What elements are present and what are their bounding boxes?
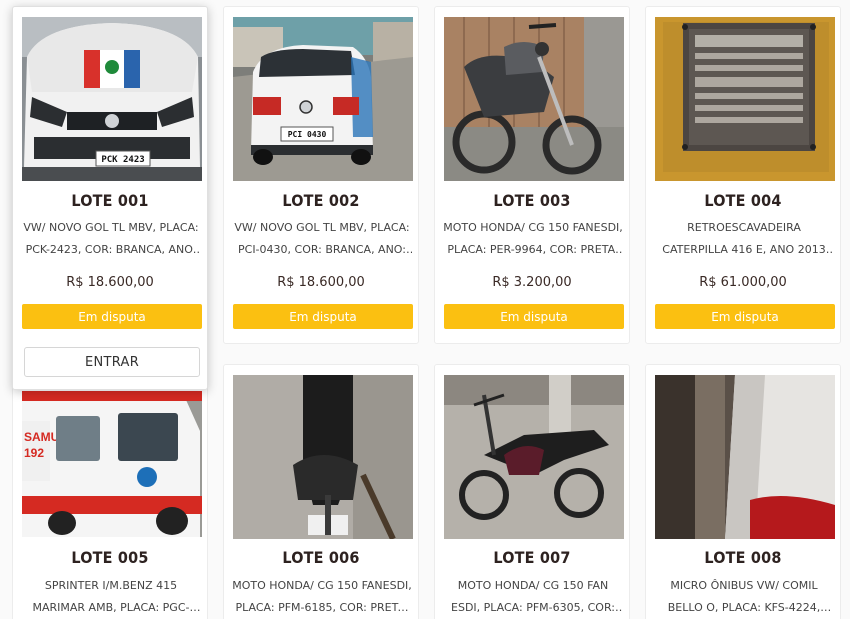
lot-card-003[interactable]: LOTE 003 MOTO HONDA/ CG 150 FANESDI, PLA… [434, 6, 630, 344]
lot-001-price: R$ 18.600,00 [66, 275, 154, 290]
lot-005-samu-text: SAMU [24, 430, 59, 444]
lot-003-price: R$ 3.200,00 [492, 275, 572, 290]
lot-001-photo[interactable]: PCK 2423 [22, 17, 202, 181]
lot-003-description: MOTO HONDA/ CG 150 FANESDI, PLACA: PER-9… [443, 221, 623, 256]
lot-002-price: R$ 18.600,00 [277, 275, 365, 290]
lot-007-photo[interactable] [444, 375, 624, 539]
lot-002-photo[interactable]: PCI 0430 [233, 17, 413, 181]
lot-003-status-badge[interactable]: Em disputa [444, 304, 624, 329]
lot-006-photo[interactable] [233, 375, 413, 539]
lot-004-description: RETROESCAVADEIRA CATERPILLA 416 E, ANO 2… [662, 221, 826, 256]
lot-007-description: MOTO HONDA/ CG 150 FAN ESDI, PLACA: PFM-… [451, 579, 615, 614]
lot-005-title: LOTE 005 [71, 548, 149, 567]
lot-001-title: LOTE 001 [71, 191, 149, 210]
lot-008-title: LOTE 008 [704, 548, 782, 567]
lot-002-plate-text: PCI 0430 [288, 130, 327, 139]
lot-005-description: SPRINTER I/M.BENZ 415 MARIMAR AMB, PLACA… [32, 579, 190, 614]
lot-004-photo[interactable] [655, 17, 835, 181]
lot-008-photo[interactable] [655, 375, 835, 539]
lot-005-photo[interactable]: SAMU 192 [22, 391, 202, 537]
lot-008-description: MICRO ÔNIBUS VW/ COMIL BELLO O, PLACA: K… [667, 579, 821, 614]
lot-002-description: VW/ NOVO GOL TL MBV, PLACA: PCI-0430, CO… [234, 221, 410, 256]
lot-002-title: LOTE 002 [282, 191, 360, 210]
lot-card-004[interactable]: LOTE 004 RETROESCAVADEIRA CATERPILLA 416… [645, 6, 841, 344]
lot-card-008[interactable]: LOTE 008 MICRO ÔNIBUS VW/ COMIL BELLO O,… [645, 364, 841, 619]
lot-001-enter-button[interactable]: ENTRAR [24, 347, 200, 377]
lot-001-plate-text: PCK 2423 [101, 155, 144, 165]
lot-003-title: LOTE 003 [493, 191, 571, 210]
lot-001-status-badge[interactable]: Em disputa [22, 304, 202, 329]
lot-card-007[interactable]: LOTE 007 MOTO HONDA/ CG 150 FAN ESDI, PL… [434, 364, 630, 619]
lot-card-006[interactable]: LOTE 006 MOTO HONDA/ CG 150 FANESDI, PLA… [223, 364, 419, 619]
lot-004-price: R$ 61.000,00 [699, 275, 787, 290]
lot-002-status-badge[interactable]: Em disputa [233, 304, 413, 329]
lot-004-title: LOTE 004 [704, 191, 782, 210]
lot-007-title: LOTE 007 [493, 548, 571, 567]
lot-004-status-badge[interactable]: Em disputa [655, 304, 835, 329]
lot-003-photo[interactable] [444, 17, 624, 181]
lot-card-002[interactable]: PCI 0430 LOTE 002 VW/ NOVO GOL TL MBV, P… [223, 6, 419, 344]
lot-006-title: LOTE 006 [282, 548, 360, 567]
lot-005-samu-number: 192 [24, 446, 44, 460]
lot-001-description: VW/ NOVO GOL TL MBV, PLACA: PCK-2423, CO… [23, 221, 199, 256]
lot-card-001[interactable]: PCK 2423 LOTE 001 VW/ NOVO GOL TL MBV, P… [12, 6, 208, 390]
lot-006-description: MOTO HONDA/ CG 150 FANESDI, PLACA: PFM-6… [232, 579, 412, 614]
lot-card-005[interactable]: SAMU 192 LOTE 005 SPRINTER I/M.BENZ 415 … [12, 364, 208, 619]
